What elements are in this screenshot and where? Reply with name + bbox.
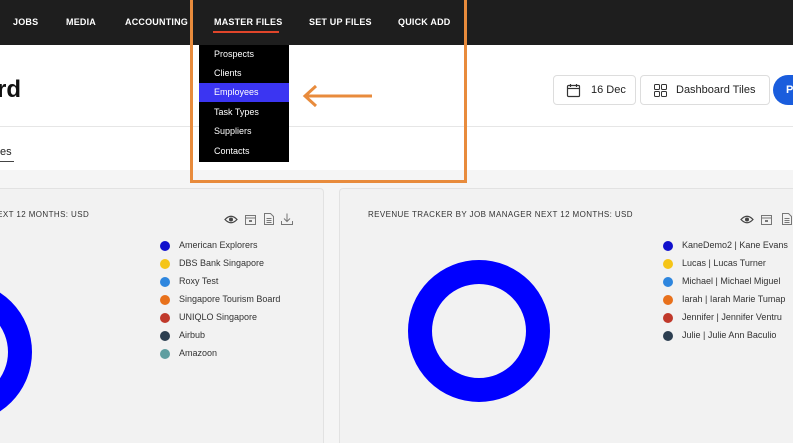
menu-item-task-types[interactable]: Task Types — [199, 103, 289, 122]
legend-label: DBS Bank Singapore — [179, 258, 265, 268]
nav-quick-add[interactable]: QUICK ADD — [398, 17, 450, 27]
donut-ring — [0, 292, 32, 412]
eye-icon[interactable] — [224, 212, 238, 230]
menu-item-suppliers[interactable]: Suppliers — [199, 122, 289, 141]
legend-label: Singapore Tourism Board — [179, 294, 281, 304]
legend-label: UNIQLO Singapore — [179, 312, 258, 322]
document-icon[interactable] — [782, 212, 792, 230]
legend-dot — [160, 295, 170, 305]
calendar-small-icon[interactable] — [761, 212, 772, 230]
legend-label: Roxy Test — [179, 276, 219, 286]
nav-accounting[interactable]: ACCOUNTING — [125, 17, 188, 27]
legend-label: Iarah | Iarah Marie Tumap — [682, 294, 786, 304]
revenue-card-job-manager: REVENUE TRACKER BY JOB MANAGER NEXT 12 M… — [339, 188, 793, 443]
legend-label: Amazoon — [179, 348, 218, 358]
dashboard-tiles-label: Dashboard Tiles — [676, 84, 756, 96]
card-title: NEXT 12 MONTHS: USD — [0, 210, 90, 219]
calendar-small-icon[interactable] — [245, 212, 256, 230]
page-title: rd — [0, 76, 21, 103]
nav-media[interactable]: MEDIA — [66, 17, 96, 27]
menu-item-prospects[interactable]: Prospects — [199, 45, 289, 64]
nav-active-underline — [213, 31, 279, 33]
legend-dot — [663, 277, 673, 287]
donut-chart — [408, 260, 550, 402]
tab-label[interactable]: es — [0, 146, 12, 158]
date-picker-button[interactable]: 16 Dec — [553, 75, 636, 105]
legend-label: Jennifer | Jennifer Ventru — [682, 312, 782, 322]
document-icon[interactable] — [264, 212, 274, 230]
nav-jobs[interactable]: JOBS — [13, 17, 38, 27]
legend-label: Michael | Michael Miguel — [682, 276, 781, 286]
tab-underline — [0, 161, 14, 162]
legend-dot — [160, 277, 170, 287]
legend-dot — [160, 349, 170, 359]
left-arrow-annotation — [302, 84, 372, 108]
menu-item-employees[interactable]: Employees — [199, 83, 289, 102]
legend-dot — [160, 259, 170, 269]
legend-dot — [160, 313, 170, 323]
nav-master-files[interactable]: MASTER FILES — [214, 17, 282, 27]
tiles-icon — [654, 84, 667, 100]
donut-chart — [0, 292, 32, 412]
date-label: 16 Dec — [591, 84, 626, 96]
legend-dot — [160, 331, 170, 341]
legend-dot — [663, 259, 673, 269]
legend-dot — [663, 313, 673, 323]
menu-item-contacts[interactable]: Contacts — [199, 142, 289, 161]
legend-label: American Explorers — [179, 240, 258, 250]
card-title: REVENUE TRACKER BY JOB MANAGER NEXT 12 M… — [368, 210, 633, 219]
primary-action-button[interactable]: P — [773, 75, 793, 105]
calendar-icon — [566, 83, 581, 101]
master-files-dropdown: Prospects Clients Employees Task Types S… — [199, 45, 289, 162]
nav-set-up-files[interactable]: SET UP FILES — [309, 17, 372, 27]
legend-label: KaneDemo2 | Kane Evans — [682, 240, 788, 250]
revenue-card-clients: NEXT 12 MONTHS: USD American Explorers D… — [0, 188, 324, 443]
legend-dot — [663, 331, 673, 341]
header-divider — [0, 126, 793, 127]
dashboard-tiles-button[interactable]: Dashboard Tiles — [640, 75, 770, 105]
legend-label: Lucas | Lucas Turner — [682, 258, 766, 268]
legend-dot — [663, 295, 673, 305]
menu-item-clients[interactable]: Clients — [199, 64, 289, 83]
eye-icon[interactable] — [740, 212, 754, 230]
legend-label: Julie | Julie Ann Baculio — [682, 330, 777, 340]
download-icon[interactable] — [281, 212, 293, 230]
top-nav-bar: JOBS MEDIA ACCOUNTING MASTER FILES SET U… — [0, 0, 793, 45]
donut-ring — [408, 260, 550, 402]
legend-label: Airbub — [179, 330, 206, 340]
legend-dot — [160, 241, 170, 251]
legend-dot — [663, 241, 673, 251]
